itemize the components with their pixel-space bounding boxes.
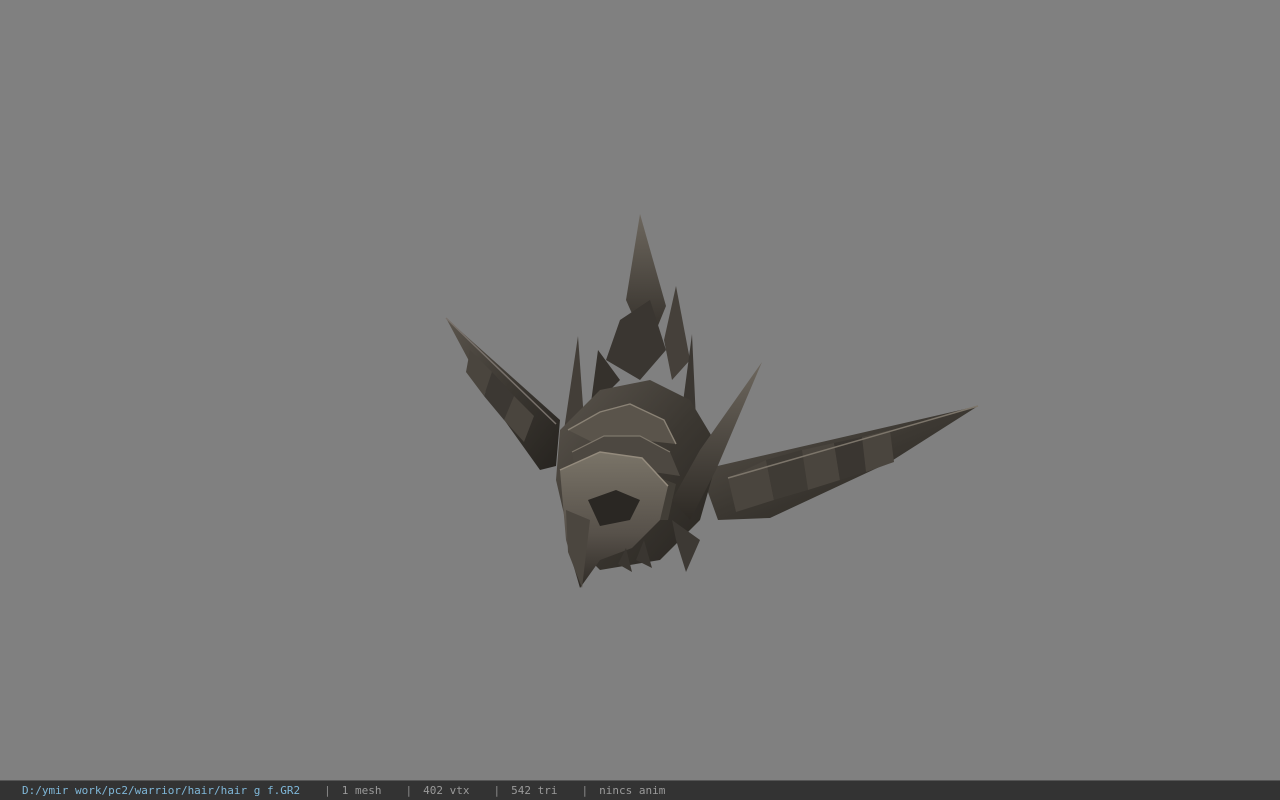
- triangle-count: 542 tri: [511, 784, 558, 797]
- right-horn: [700, 405, 979, 520]
- helmet-model[interactable]: [0, 0, 1280, 780]
- 3d-viewport[interactable]: [0, 0, 1280, 780]
- separator: |: [324, 784, 331, 797]
- separator: |: [581, 784, 589, 797]
- mesh-count: 1 mesh: [341, 784, 382, 797]
- file-path: D:/ymir work/pc2/warrior/hair/hair g f.G…: [22, 784, 301, 797]
- separator: |: [493, 784, 501, 797]
- status-bar: D:/ymir work/pc2/warrior/hair/hair g f.G…: [0, 780, 1280, 800]
- left-horn: [445, 317, 560, 470]
- animation-status: nincs anim: [599, 784, 666, 797]
- vertex-count: 402 vtx: [423, 784, 470, 797]
- separator: |: [405, 784, 413, 797]
